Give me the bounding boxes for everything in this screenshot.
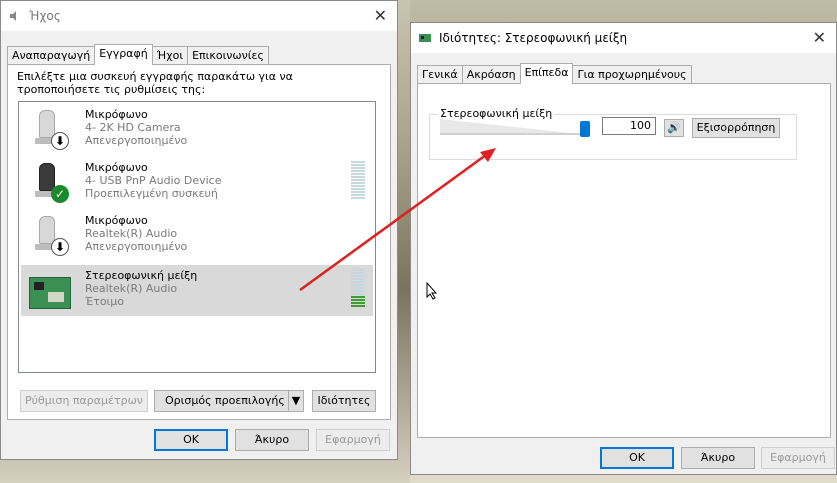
speaker-icon [10, 11, 16, 21]
ok-button[interactable]: OK [600, 447, 674, 469]
title-bar[interactable]: Ιδιότητες: Στερεοφωνική μείξη ✕ [411, 23, 836, 53]
list-item[interactable]: ⬇ Μικρόφωνο Realtek(R) Audio Απενεργοποι… [21, 210, 373, 261]
tab-sounds[interactable]: Ήχοι [151, 46, 189, 64]
device-name: Μικρόφωνο [85, 214, 148, 227]
list-item[interactable]: ✓ Μικρόφωνο 4- USB PnP Audio Device Προε… [21, 157, 373, 208]
tab-levels[interactable]: Επίπεδα [519, 63, 574, 84]
sound-card-icon [419, 34, 431, 42]
level-meter [351, 161, 365, 200]
tab-advanced[interactable]: Για προχωρημένους [572, 65, 692, 83]
ok-button[interactable]: OK [154, 429, 228, 451]
levels-panel: Στερεοφωνική μείξη 100 🔊 Εξισορρόπηση [417, 83, 831, 438]
level-group: Στερεοφωνική μείξη 100 🔊 Εξισορρόπηση [429, 107, 797, 160]
apply-button[interactable]: Εφαρμογή [761, 447, 835, 469]
properties-button[interactable]: Ιδιότητες [312, 390, 376, 412]
microphone-disabled-icon: ⬇ [27, 108, 69, 152]
tab-strip: Γενικά Ακρόαση Επίπεδα Για προχωρημένους [417, 63, 692, 85]
device-name: Στερεοφωνική μείξη [85, 269, 198, 282]
tab-playback[interactable]: Αναπαραγωγή [7, 46, 96, 64]
device-name: Μικρόφωνο [85, 161, 148, 174]
set-default-label: Ορισμός προεπιλογής [165, 394, 285, 407]
list-item[interactable]: ⬇ Μικρόφωνο 4- 2K HD Camera Απενεργοποιη… [21, 104, 373, 155]
device-detail: Realtek(R) Audio [85, 282, 178, 295]
level-value-input[interactable]: 100 [602, 117, 656, 135]
microphone-disabled-icon: ⬇ [27, 214, 69, 258]
slider-line [440, 133, 590, 135]
sound-card-icon [27, 269, 71, 313]
device-list[interactable]: ⬇ Μικρόφωνο 4- 2K HD Camera Απενεργοποιη… [18, 101, 376, 373]
mouse-cursor-icon [426, 282, 438, 300]
instruction-text: Επιλέξτε μια συσκευή εγγραφής παρακάτω γ… [17, 70, 293, 96]
cancel-button[interactable]: Άκυρο [681, 447, 755, 469]
device-detail: 4- USB PnP Audio Device [85, 174, 222, 187]
tab-listen[interactable]: Ακρόαση [461, 65, 521, 83]
sound-dialog: Ήχος ✕ Αναπαραγωγή Εγγραφή Ήχοι Επικοινω… [0, 0, 398, 460]
level-slider[interactable] [440, 119, 590, 137]
tab-recording[interactable]: Εγγραφή [94, 44, 153, 65]
level-meter [351, 269, 365, 308]
tab-strip: Αναπαραγωγή Εγγραφή Ήχοι Επικοινωνίες [7, 44, 269, 66]
speaker-icon[interactable]: 🔊 [664, 119, 684, 137]
device-status: Απενεργοποιημένο [85, 240, 188, 253]
device-detail: Realtek(R) Audio [85, 227, 178, 240]
set-default-button[interactable]: Ορισμός προεπιλογής ▼ [154, 390, 304, 412]
list-item-selected[interactable]: Στερεοφωνική μείξη Realtek(R) Audio Έτοι… [21, 265, 373, 316]
balance-button[interactable]: Εξισορρόπηση [692, 118, 780, 138]
microphone-default-icon: ✓ [27, 161, 69, 205]
device-detail: 4- 2K HD Camera [85, 121, 181, 134]
configure-button[interactable]: Ρύθμιση παραμέτρων [20, 390, 148, 412]
close-icon[interactable]: ✕ [813, 28, 826, 47]
device-status: Απενεργοποιημένο [85, 134, 188, 147]
device-name: Μικρόφωνο [85, 108, 148, 121]
properties-dialog: Ιδιότητες: Στερεοφωνική μείξη ✕ Γενικά Α… [410, 22, 837, 475]
window-title: Ιδιότητες: Στερεοφωνική μείξη [439, 31, 628, 45]
chevron-down-icon[interactable]: ▼ [288, 391, 303, 411]
title-bar[interactable]: Ήχος ✕ [1, 1, 397, 31]
device-status: Προεπιλεγμένη συσκευή [85, 187, 218, 200]
device-status: Έτοιμο [85, 295, 125, 308]
slider-thumb[interactable] [580, 121, 590, 137]
apply-button[interactable]: Εφαρμογή [316, 429, 390, 451]
close-icon[interactable]: ✕ [374, 6, 387, 25]
cancel-button[interactable]: Άκυρο [235, 429, 309, 451]
tab-general[interactable]: Γενικά [417, 65, 463, 83]
window-title: Ήχος [29, 9, 61, 23]
tab-communications[interactable]: Επικοινωνίες [187, 46, 269, 64]
